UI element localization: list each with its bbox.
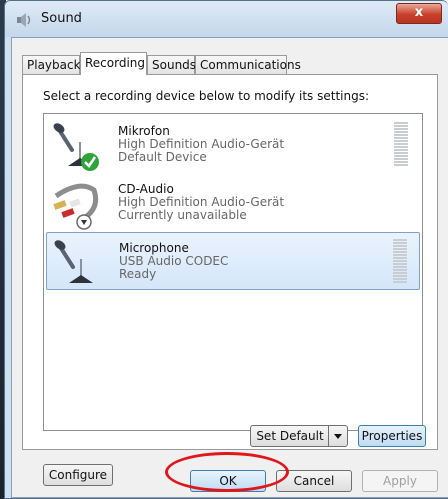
device-item-mikrofon[interactable]: Mikrofon High Definition Audio-Gerät Def… (46, 116, 420, 174)
device-name: Microphone (119, 241, 189, 255)
recording-panel: Select a recording device below to modif… (22, 74, 438, 486)
apply-button[interactable]: Apply (362, 470, 438, 492)
device-item-cd-audio[interactable]: CD-Audio High Definition Audio-Gerät Cur… (46, 174, 420, 232)
instruction-text: Select a recording device below to modif… (43, 89, 370, 103)
device-name: Mikrofon (118, 124, 170, 138)
ok-button[interactable]: OK (190, 470, 266, 492)
device-status: Currently unavailable (118, 208, 247, 222)
set-default-dropdown[interactable] (328, 426, 347, 446)
title-bar[interactable]: Sound x (5, 1, 448, 37)
cancel-button[interactable]: Cancel (276, 470, 352, 492)
tab-sounds[interactable]: Sounds (147, 55, 196, 74)
tab-recording[interactable]: Recording (80, 52, 147, 75)
speaker-icon (17, 13, 31, 27)
chevron-down-icon (334, 434, 342, 439)
cd-audio-cable-icon (53, 183, 99, 230)
sound-dialog: Sound x Playback Recording Sounds Commun… (4, 0, 448, 499)
device-driver: High Definition Audio-Gerät (118, 137, 285, 151)
device-list[interactable]: Mikrofon High Definition Audio-Gerät Def… (43, 113, 423, 431)
tab-communications[interactable]: Communications (195, 55, 301, 74)
close-icon: x (414, 5, 424, 20)
device-driver: USB Audio CODEC (119, 254, 229, 268)
green-check-icon (81, 153, 99, 171)
device-status: Default Device (118, 150, 207, 164)
close-button[interactable]: x (396, 3, 442, 24)
dialog-client: Playback Recording Sounds Communications… (11, 37, 448, 498)
window-title: Sound (41, 11, 82, 26)
device-driver: High Definition Audio-Gerät (118, 195, 285, 209)
properties-button[interactable]: Properties (358, 425, 426, 447)
device-item-microphone[interactable]: Microphone USB Audio CODEC Ready (46, 232, 420, 290)
microphone-icon (53, 123, 99, 171)
device-status: Ready (119, 267, 157, 281)
microphone-icon (54, 240, 93, 283)
configure-button[interactable]: Configure (43, 464, 113, 486)
level-meter (393, 239, 407, 285)
level-meter (394, 122, 408, 168)
device-name: CD-Audio (118, 182, 174, 196)
set-default-button[interactable]: Set Default (250, 425, 348, 447)
tab-playback[interactable]: Playback (22, 55, 81, 74)
